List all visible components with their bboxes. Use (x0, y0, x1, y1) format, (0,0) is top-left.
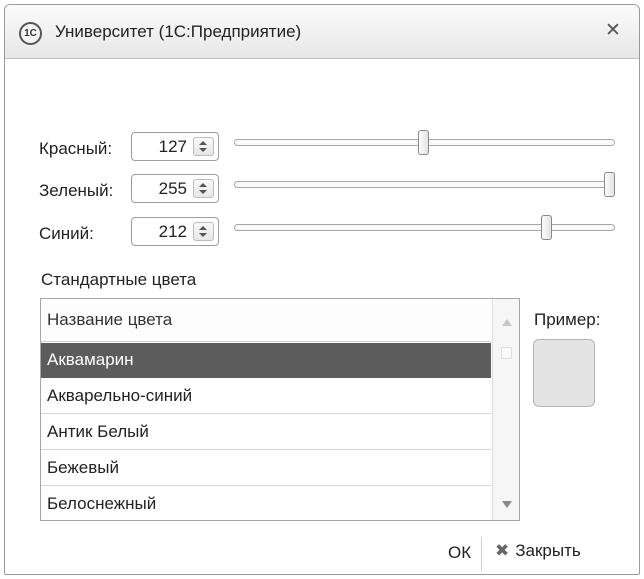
window-close-icon[interactable]: ✕ (601, 19, 625, 43)
list-column-header[interactable]: Название цвета (41, 299, 491, 342)
color-dialog-window: 1С Университет (1С:Предприятие) ✕ Красны… (4, 4, 640, 575)
blue-label: Синий: (39, 224, 94, 243)
red-slider[interactable] (234, 129, 615, 159)
close-x-icon: ✖ (495, 541, 510, 560)
red-spin-icon[interactable] (193, 137, 214, 156)
green-slider-thumb[interactable] (604, 172, 615, 197)
title-bar[interactable]: 1С Университет (1С:Предприятие) ✕ (5, 5, 639, 59)
standard-colors-list[interactable]: Название цвета Аквамарин Акварельно-сини… (40, 298, 520, 521)
list-item-label: Антик Белый (47, 422, 149, 441)
color-preview-swatch (533, 339, 595, 407)
blue-slider[interactable] (234, 214, 615, 244)
green-value-field[interactable]: 255 (131, 174, 219, 203)
red-label: Красный: (39, 139, 113, 158)
green-slider-track[interactable] (234, 181, 615, 188)
standard-colors-label: Стандартные цвета (41, 270, 197, 289)
scroll-down-arrow-icon[interactable] (502, 501, 512, 508)
scroll-up-arrow-icon[interactable] (502, 319, 512, 326)
green-spin-icon[interactable] (193, 179, 214, 198)
list-scrollbar[interactable] (492, 299, 519, 520)
red-value: 127 (158, 137, 187, 156)
scroll-thumb[interactable] (501, 347, 512, 359)
ok-button[interactable]: ОК (448, 543, 471, 563)
list-item[interactable]: Антик Белый (41, 415, 491, 450)
close-button-label: Закрыть (515, 541, 581, 560)
blue-value: 212 (158, 222, 187, 241)
close-button[interactable]: ✖ Закрыть (495, 541, 581, 561)
blue-spin-icon[interactable] (193, 222, 214, 241)
red-value-field[interactable]: 127 (131, 132, 219, 161)
preview-label: Пример: (534, 310, 601, 329)
green-slider[interactable] (234, 171, 615, 201)
blue-slider-thumb[interactable] (541, 215, 552, 240)
list-item[interactable]: Белоснежный (41, 487, 491, 520)
green-label: Зеленый: (39, 181, 114, 200)
list-item-label: Аквамарин (47, 350, 134, 369)
window-title: Университет (1С:Предприятие) (55, 22, 302, 41)
button-divider (481, 537, 482, 571)
list-item[interactable]: Акварельно-синий (41, 379, 491, 414)
list-item-label: Бежевый (47, 458, 119, 477)
blue-slider-track[interactable] (234, 224, 615, 231)
red-slider-thumb[interactable] (418, 130, 429, 155)
blue-value-field[interactable]: 212 (131, 217, 219, 246)
list-item[interactable]: Аквамарин (41, 343, 491, 378)
green-value: 255 (158, 179, 187, 198)
list-item[interactable]: Бежевый (41, 451, 491, 486)
list-item-label: Акварельно-синий (47, 386, 193, 405)
app-1c-icon: 1С (19, 22, 42, 45)
list-item-label: Белоснежный (47, 494, 157, 513)
column-header-label: Название цвета (47, 310, 173, 329)
